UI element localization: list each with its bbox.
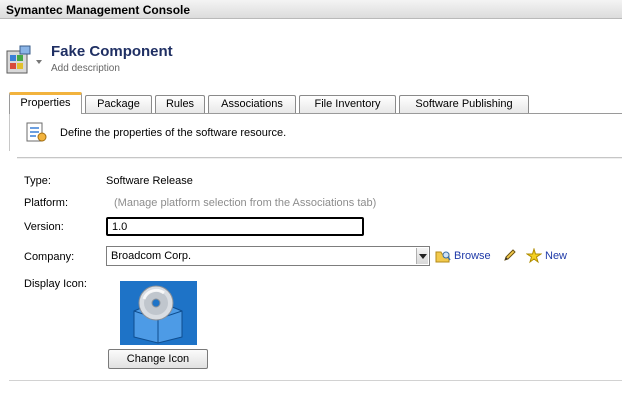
browse-link[interactable]: Browse xyxy=(454,250,491,262)
version-input[interactable] xyxy=(106,217,364,236)
tab-package[interactable]: Package xyxy=(85,95,152,113)
chevron-down-icon[interactable] xyxy=(35,55,43,64)
type-value: Software Release xyxy=(106,175,193,187)
panel-border xyxy=(9,113,10,151)
display-icon-label: Display Icon: xyxy=(24,278,87,290)
properties-intro: Define the properties of the software re… xyxy=(60,127,287,139)
type-label: Type: xyxy=(24,175,51,187)
software-package-icon[interactable] xyxy=(6,45,32,75)
version-label: Version: xyxy=(24,221,64,233)
tab-label: Rules xyxy=(165,98,195,110)
tab-label: File Inventory xyxy=(314,98,381,110)
properties-sheet-icon xyxy=(24,120,48,144)
tab-label: Associations xyxy=(221,98,283,110)
section-divider xyxy=(17,157,622,159)
change-icon-button[interactable]: Change Icon xyxy=(108,349,208,369)
tab-label: Properties xyxy=(20,97,71,109)
company-select[interactable]: Broadcom Corp. xyxy=(106,246,430,266)
pencil-icon[interactable] xyxy=(502,247,518,263)
panel-bottom-border xyxy=(9,380,622,381)
platform-value: (Manage platform selection from the Asso… xyxy=(114,197,377,209)
window-title: Symantec Management Console xyxy=(6,3,191,17)
tab-properties[interactable]: Properties xyxy=(9,92,82,114)
platform-label: Platform: xyxy=(24,197,69,209)
tab-label: Package xyxy=(97,98,140,110)
tab-file-inventory[interactable]: File Inventory xyxy=(299,95,396,113)
tab-software-publishing[interactable]: Software Publishing xyxy=(399,95,529,113)
add-description-link[interactable]: Add description xyxy=(51,63,120,74)
tab-label: Software Publishing xyxy=(415,98,513,110)
tab-rules[interactable]: Rules xyxy=(155,95,205,113)
software-box-cd-icon xyxy=(120,281,197,345)
browse-folder-icon[interactable] xyxy=(435,249,451,263)
company-selected-value: Broadcom Corp. xyxy=(111,250,192,262)
component-title: Fake Component xyxy=(51,43,173,60)
tab-associations[interactable]: Associations xyxy=(208,95,296,113)
tab-strip-baseline xyxy=(9,113,622,114)
chevron-down-icon[interactable] xyxy=(416,248,428,264)
company-label: Company: xyxy=(24,251,75,263)
window-titlebar: Symantec Management Console xyxy=(0,0,622,19)
new-link[interactable]: New xyxy=(545,250,567,262)
new-star-icon[interactable] xyxy=(525,247,543,264)
